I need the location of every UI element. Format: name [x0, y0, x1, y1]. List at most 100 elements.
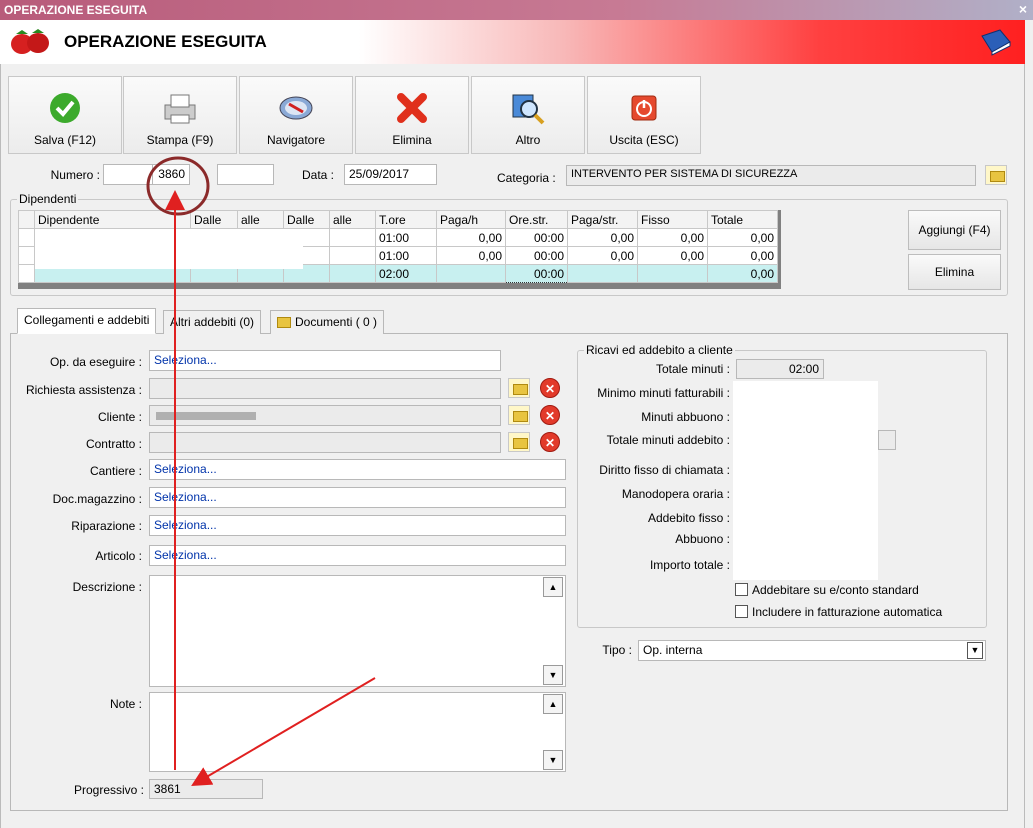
folder-icon	[277, 317, 291, 328]
col-header: Dipendente	[34, 210, 191, 229]
scroll-up-icon[interactable]: ▲	[543, 577, 563, 597]
riparazione-label: Riparazione :	[71, 519, 142, 533]
tot-addebito-label: Totale minuti addebito :	[606, 433, 730, 447]
addebitare-label: Addebitare su e/conto standard	[752, 583, 919, 597]
importo-label: Importo totale :	[649, 558, 730, 572]
orestr-cell: 00:00	[505, 246, 568, 265]
totale-minuti-label: Totale minuti :	[655, 362, 730, 376]
cantiere-field[interactable]: Seleziona...	[149, 459, 566, 480]
col-header: Paga/h	[436, 210, 506, 229]
cantiere-label: Cantiere :	[89, 464, 142, 478]
fisso-cell: 0,00	[637, 228, 708, 247]
descrizione-label: Descrizione :	[72, 580, 142, 594]
col-header: Paga/str.	[567, 210, 638, 229]
richiesta-folder-icon[interactable]	[508, 378, 530, 398]
addebitare-checkbox[interactable]	[735, 583, 748, 596]
col-header: Fisso	[637, 210, 708, 229]
cliente-folder-icon[interactable]	[508, 405, 530, 425]
other-button[interactable]: Altro	[471, 76, 585, 154]
docmag-field[interactable]: Seleziona...	[149, 487, 566, 508]
totale-cell: 0,00	[707, 246, 778, 265]
chevron-down-icon[interactable]: ▼	[967, 642, 983, 659]
delete-employee-button[interactable]: Elimina	[908, 254, 1001, 290]
window-title: OPERAZIONE ESEGUITA	[4, 3, 148, 17]
note-label: Note :	[109, 697, 142, 711]
row-header-cell	[18, 210, 35, 229]
totale-cell: 0,00	[707, 228, 778, 247]
abbuono-min-label: Minuti abbuono :	[641, 410, 730, 424]
pagah-cell: 0,00	[436, 246, 506, 265]
tore-cell: 01:00	[375, 228, 437, 247]
articolo-field[interactable]: Seleziona...	[149, 545, 566, 566]
fatturazione-checkbox[interactable]	[735, 605, 748, 618]
cliente-label: Cliente :	[97, 410, 142, 424]
op-field[interactable]: Seleziona...	[149, 350, 501, 371]
manodopera-label: Manodopera oraria :	[621, 487, 730, 501]
total-orestr-cell: 00:00	[505, 264, 568, 283]
tipo-select[interactable]: Op. interna ▼	[638, 640, 986, 661]
total-totale-cell: 0,00	[707, 264, 778, 283]
redacted-names	[35, 229, 303, 269]
scroll-down-icon[interactable]: ▼	[543, 750, 563, 770]
header-title: OPERAZIONE ESEGUITA	[64, 32, 267, 51]
orestr-cell: 00:00	[505, 228, 568, 247]
progressivo-field: 3861	[149, 779, 263, 799]
categoria-folder-icon[interactable]	[985, 165, 1007, 185]
categoria-label: Categoria :	[497, 171, 556, 185]
window-titlebar: OPERAZIONE ESEGUITA ×	[0, 0, 1033, 20]
numero-field[interactable]: 3860	[152, 164, 190, 185]
redacted-client	[156, 412, 256, 420]
scroll-up-icon[interactable]: ▲	[543, 694, 563, 714]
navigator-label: Navigatore	[266, 133, 326, 147]
col-header: alle	[237, 210, 284, 229]
close-icon[interactable]: ×	[1019, 1, 1027, 17]
save-button[interactable]: Salva (F12)	[8, 76, 122, 154]
cliente-clear-icon[interactable]: ✕	[540, 405, 560, 425]
other-label: Altro	[515, 133, 541, 147]
ricavi-title: Ricavi ed addebito a cliente	[584, 343, 735, 357]
add-employee-button[interactable]: Aggiungi (F4)	[908, 210, 1001, 250]
fatturazione-label: Includere in fatturazione automatica	[752, 605, 943, 619]
descrizione-textarea[interactable]	[149, 575, 566, 687]
tore-cell: 01:00	[375, 246, 437, 265]
tab-documenti[interactable]: Documenti ( 0 )	[270, 310, 385, 334]
numero-prefix-field[interactable]	[103, 164, 153, 185]
navigator-button[interactable]: Navigatore	[239, 76, 353, 154]
print-button[interactable]: Stampa (F9)	[123, 76, 237, 154]
numero-suffix-field[interactable]	[217, 164, 274, 185]
contratto-folder-icon[interactable]	[508, 432, 530, 452]
progressivo-label: Progressivo :	[73, 783, 144, 797]
data-field[interactable]: 25/09/2017	[344, 164, 437, 185]
delete-button[interactable]: Elimina	[355, 76, 469, 154]
totale-minuti-field: 02:00	[736, 359, 824, 379]
scroll-down-icon[interactable]: ▼	[543, 665, 563, 685]
pagah-cell: 0,00	[436, 228, 506, 247]
riparazione-field[interactable]: Seleziona...	[149, 515, 566, 536]
abbuono-label: Abbuono :	[675, 532, 730, 546]
fisso-cell: 0,00	[637, 246, 708, 265]
minimo-label: Minimo minuti fatturabili :	[597, 386, 730, 400]
ricavi-side-field	[878, 430, 896, 450]
tab-altri-addebiti[interactable]: Altri addebiti (0)	[163, 310, 262, 334]
col-header: Dalle	[190, 210, 238, 229]
exit-button[interactable]: Uscita (ESC)	[587, 76, 701, 154]
pagastr-cell: 0,00	[567, 228, 638, 247]
print-label: Stampa (F9)	[146, 133, 214, 147]
exit-label: Uscita (ESC)	[609, 133, 679, 147]
tab-collegamenti[interactable]: Collegamenti e addebiti	[17, 308, 157, 334]
header-banner: OPERAZIONE ESEGUITA	[0, 20, 1025, 64]
data-label: Data :	[302, 168, 335, 182]
cliente-field	[149, 405, 501, 426]
red-x-icon	[397, 93, 427, 123]
contratto-clear-icon[interactable]: ✕	[540, 432, 560, 452]
note-textarea[interactable]	[149, 692, 566, 772]
book-icon	[981, 29, 1011, 56]
richiesta-clear-icon[interactable]: ✕	[540, 378, 560, 398]
contratto-label: Contratto :	[85, 437, 142, 451]
strawberry-icon	[11, 29, 49, 54]
total-tore-cell: 02:00	[375, 264, 437, 283]
pagastr-cell: 0,00	[567, 246, 638, 265]
op-label: Op. da eseguire :	[49, 355, 142, 369]
richiesta-field	[149, 378, 501, 399]
col-header: Totale	[707, 210, 778, 229]
